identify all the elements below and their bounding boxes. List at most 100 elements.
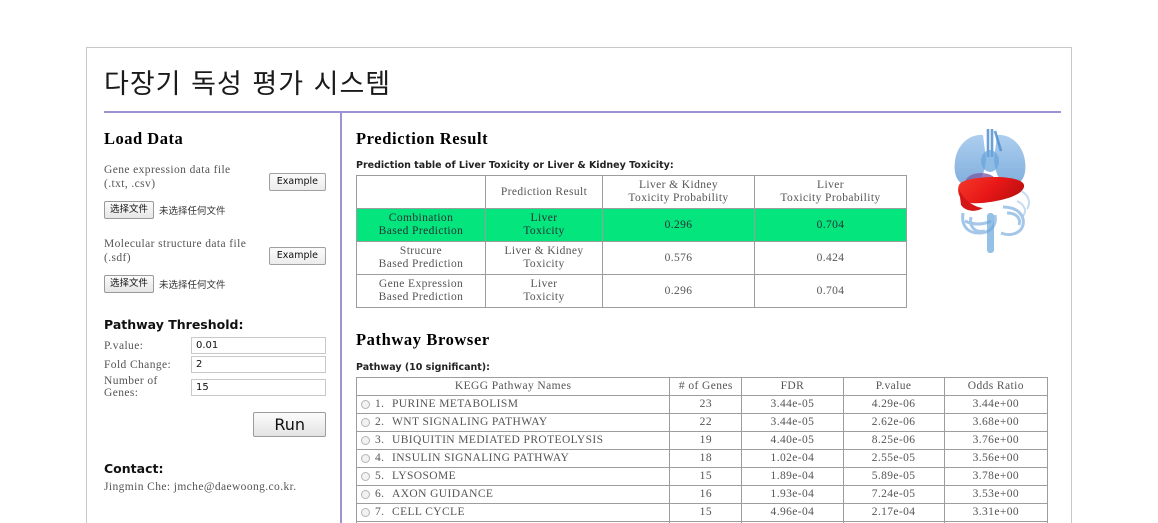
- threshold-row-pvalue: P.value:: [104, 337, 326, 354]
- prediction-table: Prediction Result Liver & Kidney Toxicit…: [356, 175, 907, 308]
- prediction-method-0-l2: Based Prediction: [378, 225, 464, 237]
- pathway-label-2: WNT SIGNALING PATHWAY: [392, 416, 548, 428]
- pathway-label-1: PURINE METABOLISM: [392, 398, 519, 410]
- prediction-result-1-l2: Toxicity: [523, 258, 565, 270]
- pvalue-input[interactable]: [191, 337, 326, 354]
- pathway-odds-4: 3.56e+00: [944, 450, 1047, 467]
- pathway-fdr-7: 4.96e-04: [742, 504, 843, 521]
- pathway-name-cell-4[interactable]: 4. INSULIN SIGNALING PATHWAY: [357, 450, 670, 467]
- pathway-fdr-6: 1.93e-04: [742, 486, 843, 503]
- prediction-header-0: [357, 176, 485, 208]
- table-row: Strucure Based Prediction Liver & Kidney…: [357, 242, 906, 274]
- page-title: 다장기 독성 평가 시스템: [104, 69, 392, 100]
- run-button[interactable]: Run: [253, 412, 326, 437]
- pathway-pvalue-7: 2.17e-04: [843, 504, 944, 521]
- pathway-label-3: UBIQUITIN MEDIATED PROTEOLYSIS: [392, 434, 604, 446]
- pathway-radio-icon[interactable]: [361, 417, 370, 427]
- pathway-pvalue-3: 8.25e-06: [843, 432, 944, 449]
- pathway-index-2: 2.: [375, 416, 385, 428]
- table-row: Gene Expression Based Prediction Liver T…: [357, 275, 906, 307]
- pathway-table: KEGG Pathway Names # of Genes FDR P.valu…: [356, 377, 1048, 523]
- pathway-name-cell-6[interactable]: 6. AXON GUIDANCE: [357, 486, 670, 503]
- prediction-result-2-l2: Toxicity: [523, 291, 565, 303]
- mol-example-button[interactable]: Example: [268, 247, 326, 265]
- pathway-pvalue-5: 5.89e-05: [843, 468, 944, 485]
- pathway-radio-icon[interactable]: [361, 435, 370, 445]
- pathway-radio-icon[interactable]: [361, 489, 370, 499]
- numgenes-input[interactable]: [191, 378, 326, 396]
- pathway-fdr-5: 1.89e-04: [742, 468, 843, 485]
- prediction-method-1-l1: Strucure: [399, 245, 443, 257]
- foldchange-label: Fold Change:: [104, 358, 172, 371]
- gene-choose-file-button[interactable]: 选择文件: [104, 201, 155, 219]
- pathway-fdr-1: 3.44e-05: [742, 396, 843, 413]
- pathway-odds-5: 3.78e+00: [944, 468, 1047, 485]
- pathway-genes-5: 15: [670, 468, 742, 485]
- pathway-radio-icon[interactable]: [361, 507, 370, 517]
- pathway-header-fdr: FDR: [742, 378, 843, 395]
- pathway-index-6: 6.: [375, 488, 385, 500]
- page-body: Load Data Gene expression data file (.tx…: [87, 113, 1071, 523]
- pathway-genes-1: 23: [670, 396, 742, 413]
- mol-file-row: Molecular structure data file (.sdf) Exa…: [104, 237, 326, 265]
- table-row[interactable]: 5. LYSOSOME 15 1.89e-04 5.89e-05 3.78e+00: [357, 468, 1047, 485]
- prediction-header-1: Prediction Result: [486, 176, 602, 208]
- prediction-header-1-l1: Prediction Result: [500, 185, 588, 198]
- pathway-radio-icon[interactable]: [361, 471, 370, 481]
- table-row[interactable]: 2. WNT SIGNALING PATHWAY 22 3.44e-05 2.62…: [357, 414, 1047, 431]
- pathway-odds-1: 3.44e+00: [944, 396, 1047, 413]
- pathway-name-cell-7[interactable]: 7. CELL CYCLE: [357, 504, 670, 521]
- pathway-genes-6: 16: [670, 486, 742, 503]
- pathway-index-5: 5.: [375, 470, 385, 482]
- pathway-radio-icon[interactable]: [361, 453, 370, 463]
- table-row[interactable]: 3. UBIQUITIN MEDIATED PROTEOLYSIS 19 4.40…: [357, 432, 1047, 449]
- prediction-method-2: Gene Expression Based Prediction: [357, 275, 485, 307]
- application-page: 다장기 독성 평가 시스템 Load Data Gene expression …: [86, 47, 1072, 523]
- pathway-name-cell-5[interactable]: 5. LYSOSOME: [357, 468, 670, 485]
- human-torso-liver-icon: [931, 121, 1055, 257]
- mol-choose-file-button[interactable]: 选择文件: [104, 275, 155, 293]
- table-row[interactable]: 1. PURINE METABOLISM 23 3.44e-05 4.29e-06…: [357, 396, 1047, 413]
- pathway-pvalue-4: 2.55e-05: [843, 450, 944, 467]
- pathway-fdr-2: 3.44e-05: [742, 414, 843, 431]
- prediction-header-3-l1: Liver: [817, 179, 844, 191]
- threshold-row-foldchange: Fold Change:: [104, 356, 326, 373]
- pathway-radio-icon[interactable]: [361, 399, 370, 409]
- gene-file-input[interactable]: 选择文件 未选择任何文件: [104, 201, 226, 219]
- pathway-name-cell-2[interactable]: 2. WNT SIGNALING PATHWAY: [357, 414, 670, 431]
- pathway-name-cell-3[interactable]: 3. UBIQUITIN MEDIATED PROTEOLYSIS: [357, 432, 670, 449]
- prediction-method-0: Combination Based Prediction: [357, 209, 485, 241]
- prediction-lk-prob-0: 0.296: [603, 209, 754, 241]
- numgenes-label: Number of Genes:: [104, 375, 158, 399]
- mol-file-input[interactable]: 选择文件 未选择任何文件: [104, 275, 226, 293]
- prediction-method-2-l1: Gene Expression: [378, 278, 464, 290]
- table-row[interactable]: 4. INSULIN SIGNALING PATHWAY 18 1.02e-04 …: [357, 450, 1047, 467]
- mol-file-label: Molecular structure data file (.sdf): [104, 237, 246, 265]
- contact-person: Jingmin Che: jmche@daewoong.co.kr.: [104, 481, 297, 493]
- pathway-odds-7: 3.31e+00: [944, 504, 1047, 521]
- table-row: Combination Based Prediction Liver Toxic…: [357, 209, 906, 241]
- pathway-browser-heading: Pathway Browser: [356, 330, 490, 349]
- pathway-table-header-row: KEGG Pathway Names # of Genes FDR P.valu…: [357, 378, 1047, 395]
- gene-file-label: Gene expression data file (.txt, .csv): [104, 163, 231, 191]
- pathway-table-caption: Pathway (10 significant):: [356, 362, 490, 373]
- prediction-header-3-l2: Toxicity Probability: [780, 192, 881, 204]
- prediction-table-header-row: Prediction Result Liver & Kidney Toxicit…: [357, 176, 906, 208]
- gene-example-button[interactable]: Example: [268, 173, 326, 191]
- prediction-header-3: Liver Toxicity Probability: [755, 176, 906, 208]
- prediction-lk-prob-2: 0.296: [603, 275, 754, 307]
- foldchange-input[interactable]: [191, 356, 326, 373]
- prediction-result-1-l1: Liver & Kidney: [504, 245, 584, 257]
- table-row[interactable]: 7. CELL CYCLE 15 4.96e-04 2.17e-04 3.31e+…: [357, 504, 1047, 521]
- pvalue-label: P.value:: [104, 339, 144, 352]
- mol-file-label-line1: Molecular structure data file: [104, 238, 247, 250]
- prediction-lk-prob-1: 0.576: [603, 242, 754, 274]
- gene-file-label-line1: Gene expression data file: [104, 164, 231, 176]
- gene-file-status: 未选择任何文件: [159, 206, 226, 217]
- prediction-method-1: Strucure Based Prediction: [357, 242, 485, 274]
- pathway-odds-6: 3.53e+00: [944, 486, 1047, 503]
- pathway-label-6: AXON GUIDANCE: [392, 488, 494, 500]
- prediction-liver-prob-0: 0.704: [755, 209, 906, 241]
- pathway-name-cell-1[interactable]: 1. PURINE METABOLISM: [357, 396, 670, 413]
- table-row[interactable]: 6. AXON GUIDANCE 16 1.93e-04 7.24e-05 3.5…: [357, 486, 1047, 503]
